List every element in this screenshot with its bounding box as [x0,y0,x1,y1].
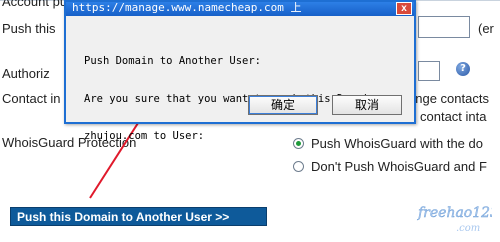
cancel-button[interactable]: 取消 [332,95,402,115]
dialog-title: https://manage.www.namecheap.com 上 [66,2,414,16]
close-icon[interactable]: x [396,2,412,15]
dialog-message-line-3: zhujou.com to User: [84,130,205,142]
dialog-message-line-1: Push Domain to Another User: [84,55,262,67]
ok-button[interactable]: 确定 [248,95,318,115]
confirm-dialog: https://manage.www.namecheap.com 上 x Pus… [64,0,416,142]
